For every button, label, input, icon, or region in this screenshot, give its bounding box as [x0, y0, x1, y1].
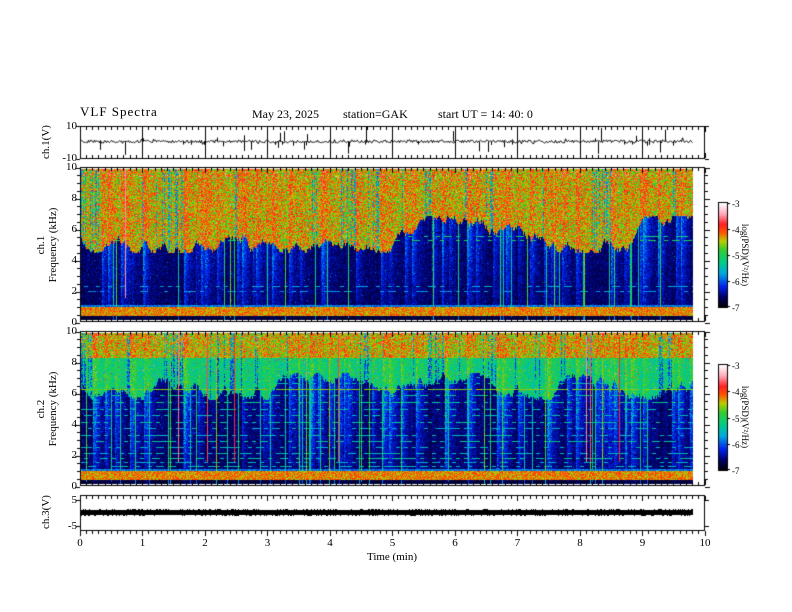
spectrogram-ch2-panel — [80, 331, 705, 486]
x-tick: 3 — [264, 537, 271, 549]
spec2-ytick: 8 — [71, 356, 78, 368]
spec2-ytick: 0 — [71, 480, 78, 492]
cb1-tick: -3 — [732, 199, 740, 209]
date-label: May 23, 2025 — [252, 107, 319, 121]
cb1-tick: -5 — [732, 251, 740, 261]
spec1-ytick: 4 — [71, 254, 78, 266]
waveform-ch3-panel — [80, 495, 705, 531]
spec1-ylabel-channel: ch.1 — [35, 235, 47, 255]
vlf-spectra-figure: VLF Spectra May 23, 2025 station=GAK sta… — [0, 0, 792, 612]
spec1-ytick: 10 — [66, 161, 77, 173]
spectrogram-ch1-panel — [80, 167, 705, 322]
cb1-tick: -7 — [732, 303, 740, 313]
spec2-ytick: 10 — [66, 325, 77, 337]
cb2-tick: -5 — [732, 413, 740, 424]
cb2-tick: -6 — [732, 439, 740, 450]
spec2-ytick: 2 — [71, 449, 78, 461]
waveform-ch1-panel — [80, 126, 705, 159]
x-tick: 4 — [327, 537, 333, 549]
ch1-wave-ylabel: ch.1(V) — [40, 125, 52, 159]
figure-title: VLF Spectra — [80, 104, 158, 119]
ch1-ytick-top: 10 — [66, 120, 77, 132]
spec1-ytick: 6 — [71, 223, 78, 235]
colorbar2-label: log(PSD)(V²/Hz) — [740, 385, 750, 449]
spec1-ytick: 2 — [71, 285, 78, 297]
ch3-ytick-top: 5 — [71, 494, 78, 506]
x-tick: 9 — [639, 537, 646, 549]
cb2-tick: -4 — [732, 387, 740, 398]
cb2-tick: -7 — [732, 466, 740, 476]
colorbar1-label: log(PSD)(V²/Hz) — [740, 223, 750, 287]
cb1-tick: -4 — [732, 225, 740, 235]
spec2-ylabel-channel: ch.2 — [35, 399, 47, 419]
xaxis-label: Time (min) — [366, 551, 417, 563]
spec2-ytick: 4 — [71, 418, 78, 430]
station-label: station=GAK — [343, 107, 408, 121]
x-tick: 10 — [699, 537, 711, 549]
colorbar-ch2 — [719, 365, 727, 470]
spec2-ytick: 6 — [71, 387, 78, 399]
cb2-tick: -3 — [732, 361, 740, 371]
colorbar-ch1 — [719, 203, 727, 307]
cb1-tick: -6 — [732, 277, 740, 287]
start-ut-label: start UT = 14: 40: 0 — [438, 107, 533, 121]
spec1-ytick: 8 — [71, 192, 78, 204]
x-tick: 6 — [452, 537, 458, 549]
x-tick: 0 — [77, 537, 83, 549]
x-tick: 5 — [389, 537, 396, 549]
x-tick: 7 — [514, 537, 521, 549]
ch3-ytick-bottom: -5 — [67, 520, 77, 532]
x-tick: 2 — [202, 537, 208, 549]
ch3-wave-ylabel: ch.3(V) — [40, 495, 52, 529]
x-tick: 8 — [577, 537, 583, 549]
x-tick: 1 — [139, 537, 146, 549]
